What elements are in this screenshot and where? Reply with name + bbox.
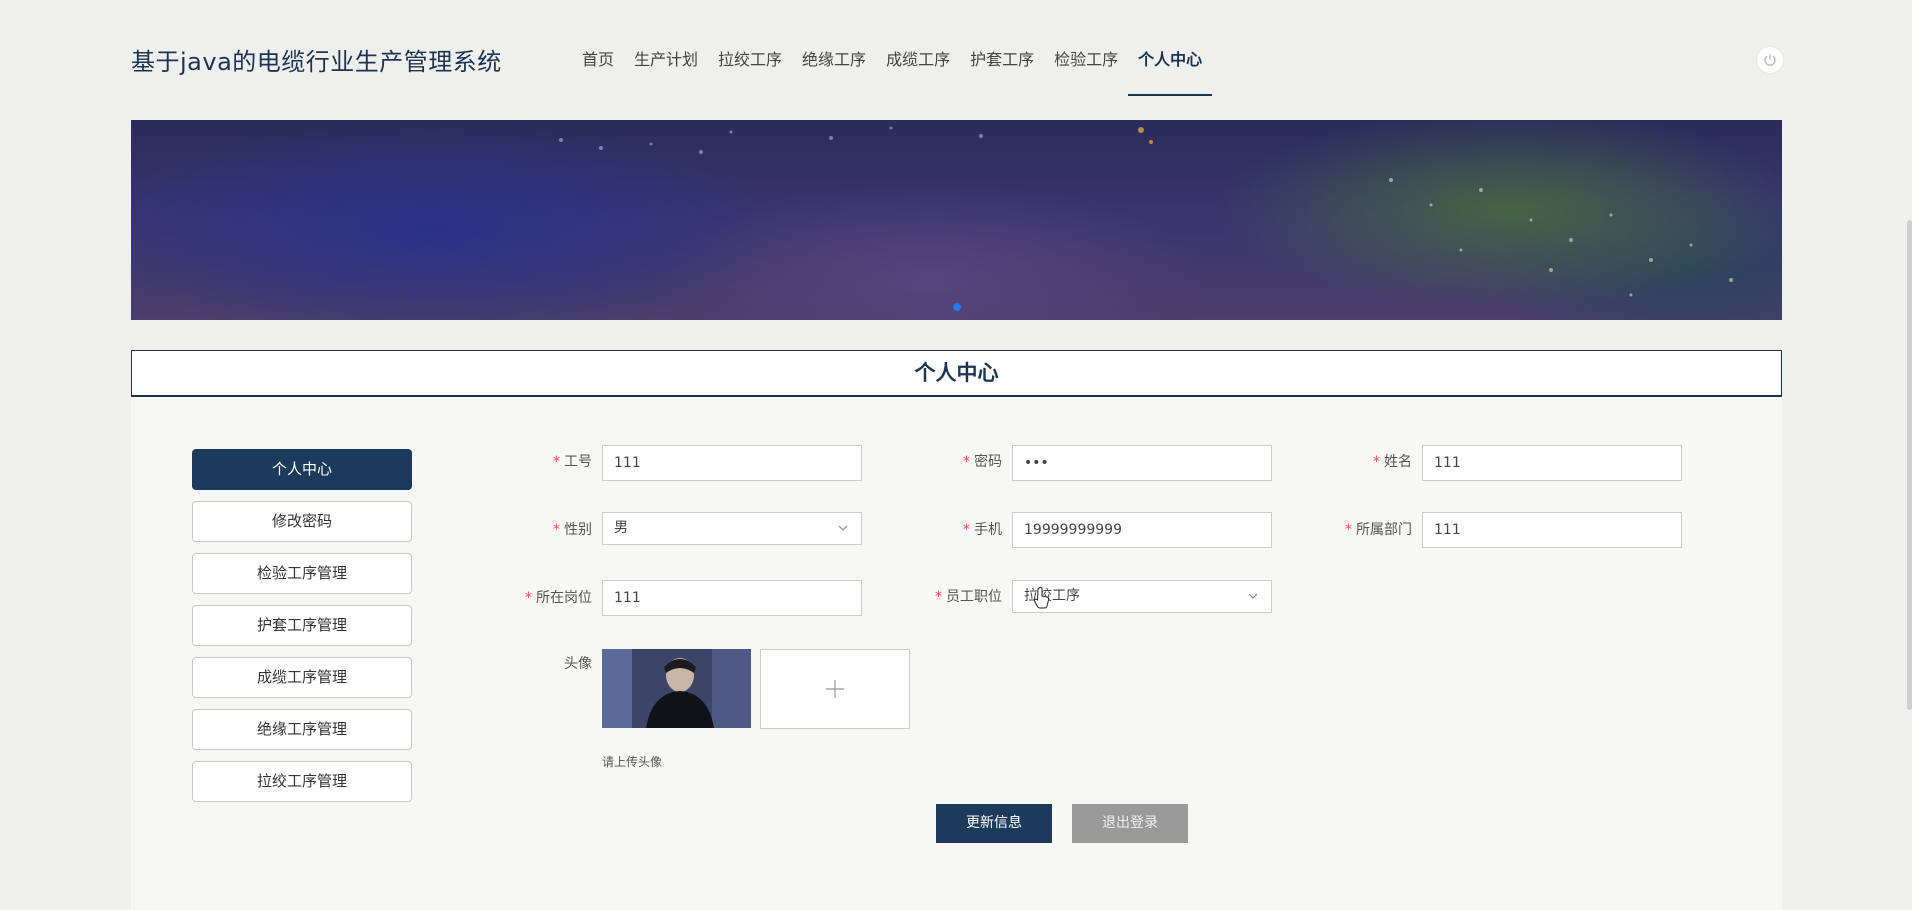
password-input[interactable]: ••• bbox=[1012, 445, 1272, 481]
post-label: * 所在岗位 bbox=[500, 580, 592, 616]
sidebar-item-inspection-mgmt[interactable]: 检验工序管理 bbox=[192, 553, 412, 594]
nav-item-insulation[interactable]: 绝缘工序 bbox=[792, 0, 876, 96]
nav-item-cabling[interactable]: 成缆工序 bbox=[876, 0, 960, 96]
phone-input[interactable]: 19999999999 bbox=[1012, 512, 1272, 548]
name-input[interactable]: 111 bbox=[1422, 445, 1682, 481]
main-nav: 首页 生产计划 拉绞工序 绝缘工序 成缆工序 护套工序 检验工序 个人中心 bbox=[572, 0, 1213, 96]
required-mark: * bbox=[1373, 454, 1380, 470]
position-select[interactable]: 拉绞工序 bbox=[1012, 580, 1272, 613]
required-mark: * bbox=[525, 590, 532, 606]
position-label: * 员工职位 bbox=[910, 579, 1002, 615]
nav-item-home[interactable]: 首页 bbox=[572, 0, 624, 96]
chevron-down-icon bbox=[837, 513, 849, 556]
phone-label-text: 手机 bbox=[974, 522, 1002, 538]
password-label: * 密码 bbox=[910, 444, 1002, 480]
department-input[interactable]: 111 bbox=[1422, 512, 1682, 548]
required-mark: * bbox=[963, 454, 970, 470]
gender-label: * 性别 bbox=[500, 512, 592, 548]
nav-item-production-plan[interactable]: 生产计划 bbox=[624, 0, 708, 96]
department-label: * 所属部门 bbox=[1320, 512, 1412, 548]
update-info-button[interactable]: 更新信息 bbox=[936, 804, 1052, 843]
avatar-upload-hint: 请上传头像 bbox=[602, 755, 663, 769]
job-no-label-text: 工号 bbox=[564, 454, 592, 470]
site-title: 基于java的电缆行业生产管理系统 bbox=[131, 48, 502, 76]
plus-icon bbox=[826, 680, 844, 698]
page-scrollbar[interactable] bbox=[1907, 220, 1912, 710]
required-mark: * bbox=[963, 522, 970, 538]
nav-item-stranding[interactable]: 拉绞工序 bbox=[708, 0, 792, 96]
avatar-photo bbox=[602, 649, 751, 728]
required-mark: * bbox=[1345, 522, 1352, 538]
nav-item-sheathing[interactable]: 护套工序 bbox=[960, 0, 1044, 96]
position-label-text: 员工职位 bbox=[946, 589, 1002, 605]
avatar-upload-button[interactable] bbox=[760, 649, 910, 729]
name-label-text: 姓名 bbox=[1384, 454, 1412, 470]
gender-select-value: 男 bbox=[614, 520, 628, 536]
chevron-down-icon bbox=[1247, 581, 1259, 624]
banner-image bbox=[559, 126, 1733, 297]
sidebar-item-change-password[interactable]: 修改密码 bbox=[192, 501, 412, 542]
carousel-indicator-dot[interactable] bbox=[953, 303, 961, 311]
gender-select[interactable]: 男 bbox=[602, 512, 862, 545]
avatar-label: 头像 bbox=[564, 656, 592, 672]
banner-carousel[interactable] bbox=[131, 120, 1782, 320]
gender-label-text: 性别 bbox=[564, 522, 592, 538]
nav-item-personal-center[interactable]: 个人中心 bbox=[1128, 0, 1213, 96]
job-no-label: * 工号 bbox=[500, 444, 592, 480]
power-icon bbox=[1764, 54, 1776, 66]
department-label-text: 所属部门 bbox=[1356, 522, 1412, 538]
avatar-image[interactable] bbox=[602, 649, 751, 728]
job-no-input[interactable]: 111 bbox=[602, 445, 862, 481]
sidebar-item-sheathing-mgmt[interactable]: 护套工序管理 bbox=[192, 605, 412, 646]
hand-cursor-icon bbox=[1033, 587, 1050, 609]
password-label-text: 密码 bbox=[974, 454, 1002, 470]
required-mark: * bbox=[935, 589, 942, 605]
name-label: * 姓名 bbox=[1320, 444, 1412, 480]
required-mark: * bbox=[553, 454, 560, 470]
nav-item-inspection[interactable]: 检验工序 bbox=[1044, 0, 1128, 96]
sidebar-item-insulation-mgmt[interactable]: 绝缘工序管理 bbox=[192, 709, 412, 750]
logout-power-button[interactable] bbox=[1757, 47, 1783, 73]
sidebar-item-personal-center[interactable]: 个人中心 bbox=[192, 449, 412, 490]
post-label-text: 所在岗位 bbox=[536, 590, 592, 606]
post-input[interactable]: 111 bbox=[602, 580, 862, 616]
logout-button[interactable]: 退出登录 bbox=[1072, 804, 1188, 843]
section-title: 个人中心 bbox=[131, 350, 1782, 397]
phone-label: * 手机 bbox=[910, 512, 1002, 548]
sidebar-item-cabling-mgmt[interactable]: 成缆工序管理 bbox=[192, 657, 412, 698]
sidebar-item-stranding-mgmt[interactable]: 拉绞工序管理 bbox=[192, 761, 412, 802]
required-mark: * bbox=[553, 522, 560, 538]
